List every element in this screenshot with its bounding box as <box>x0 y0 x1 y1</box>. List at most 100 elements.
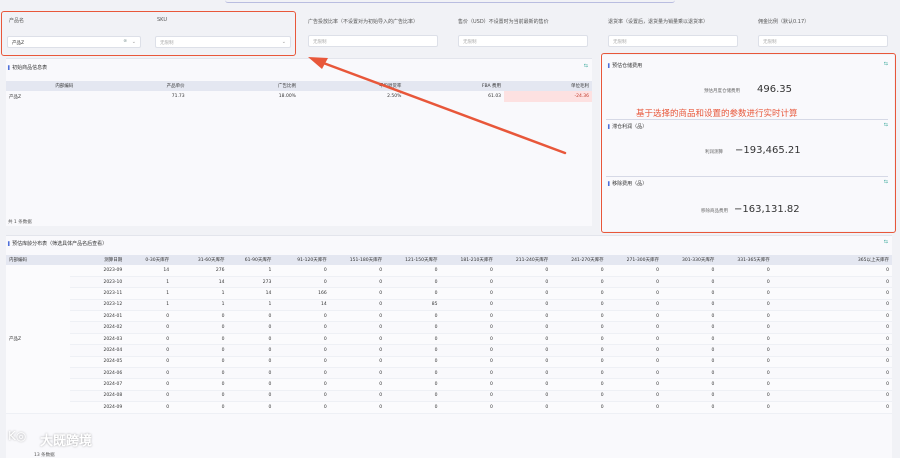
table-cell: 0 <box>440 333 496 346</box>
table-cell: 0 <box>172 367 228 380</box>
table-cell: 0 <box>495 321 552 334</box>
table-cell: 0 <box>661 378 718 391</box>
table-cell: 0 <box>329 287 386 300</box>
table-cell: 0 <box>227 378 275 391</box>
table-cell: 0 <box>772 367 892 380</box>
table-cell: 0 <box>717 287 773 300</box>
column-header[interactable]: 211-240天库存 <box>495 255 552 265</box>
table-cell: 2024-03 <box>69 333 126 346</box>
table-cell: 0 <box>717 356 773 369</box>
column-header[interactable]: 内部编码 <box>6 81 77 91</box>
product-table-footer: 共 1 条数据 <box>8 220 32 225</box>
table-cell: 0 <box>606 321 662 334</box>
table-cell: 2023-09 <box>69 265 126 277</box>
column-header[interactable]: 121-150天库存 <box>385 255 441 265</box>
annotation-arrow <box>308 57 567 155</box>
table-cell: 0 <box>772 276 892 289</box>
table-cell: 0 <box>274 390 330 403</box>
table-cell: 0 <box>385 287 441 300</box>
table-cell: 0 <box>385 333 441 346</box>
table-cell: 0 <box>772 310 892 323</box>
watermark-text: 大既跨境 <box>40 434 93 449</box>
table-cell: 0 <box>772 321 892 334</box>
table-cell: 2024-05 <box>69 356 126 369</box>
table-cell: 0 <box>440 356 496 369</box>
column-header[interactable]: 271-300天库存 <box>606 255 662 265</box>
table-cell: 0 <box>440 367 496 380</box>
table-cell: 0 <box>329 310 386 323</box>
column-header[interactable]: 内部编码 <box>6 255 70 265</box>
table-cell: 14 <box>274 299 330 312</box>
kpi-highlight-box <box>601 53 896 233</box>
table-cell: 0 <box>274 401 330 414</box>
table-cell: 0 <box>495 276 552 289</box>
table-cell: 14 <box>172 276 228 289</box>
column-header[interactable]: 181-210天库存 <box>440 255 496 265</box>
table-cell: 0 <box>172 356 228 369</box>
table-cell: 0 <box>329 390 386 403</box>
table-cell: 0 <box>551 401 607 414</box>
return-rate-input[interactable]: 无限制 <box>608 35 738 47</box>
table-cell: 0 <box>772 299 892 312</box>
table-export-icon[interactable]: ⇆ <box>884 239 888 245</box>
column-header[interactable]: 301-330天库存 <box>661 255 718 265</box>
table-cell: 0 <box>274 333 330 346</box>
table-cell: 2023-11 <box>69 287 126 300</box>
commission-input[interactable]: 无限制 <box>758 35 888 47</box>
table-cell: 0 <box>772 401 892 414</box>
column-header[interactable]: 365以上天库存 <box>772 255 892 265</box>
table-cell: 0 <box>551 265 607 277</box>
column-header[interactable]: 331-365天库存 <box>717 255 773 265</box>
table-row: 2024-01 0 0 0 0 0 0 0 0 0 0 0 0 0 <box>6 310 892 323</box>
table-cell: 0 <box>125 321 173 334</box>
commission-label: 佣金比例（默认0.17） <box>758 19 810 25</box>
table-cell: 0 <box>661 265 718 277</box>
table-cell: 0 <box>606 378 662 391</box>
column-header[interactable]: 测算日期 <box>69 255 126 265</box>
table-cell: 0 <box>495 356 552 369</box>
table-cell: 0 <box>661 390 718 403</box>
table-cell: 0 <box>125 367 173 380</box>
table-cell: 0 <box>385 378 441 391</box>
table-cell: 0 <box>385 344 441 357</box>
column-header[interactable]: 31-60天库存 <box>172 255 228 265</box>
column-header[interactable]: 151-180天库存 <box>329 255 386 265</box>
column-header[interactable]: 241-270天库存 <box>551 255 607 265</box>
table-cell: 0 <box>606 401 662 414</box>
table-cell: 0 <box>440 310 496 323</box>
column-header[interactable]: 91-120天库存 <box>274 255 330 265</box>
table-cell: 0 <box>125 356 173 369</box>
table-cell: 0 <box>717 333 773 346</box>
table-export-icon[interactable]: ⇆ <box>584 63 588 69</box>
table-cell: 0 <box>661 299 718 312</box>
ad-ratio-input[interactable]: 无限制 <box>308 35 438 47</box>
return-rate-label: 退货率（设置后，退货量为销量乘以退货率） <box>608 19 709 25</box>
table-cell: 0 <box>172 401 228 414</box>
table-cell: 0 <box>606 310 662 323</box>
table-cell: 0 <box>495 401 552 414</box>
table-cell: 0 <box>495 344 552 357</box>
table-cell: 0 <box>440 321 496 334</box>
table-cell: 0 <box>385 367 441 380</box>
watermark-logo-icon: K◎ <box>8 429 27 443</box>
table-cell: 276 <box>172 265 228 277</box>
table-cell: 0 <box>172 333 228 346</box>
table-cell: 0 <box>551 321 607 334</box>
table-cell: 0 <box>125 378 173 391</box>
table-row: 2023-10 1 14 273 0 0 0 0 0 0 0 0 0 0 <box>6 276 892 289</box>
table-cell: 0 <box>172 321 228 334</box>
table-cell: 2023-10 <box>69 276 126 289</box>
table-cell: 0 <box>551 367 607 380</box>
table-cell: 0 <box>661 333 718 346</box>
table-cell: 0 <box>606 344 662 357</box>
column-header[interactable]: 61-90天库存 <box>227 255 275 265</box>
table-cell: 0 <box>227 344 275 357</box>
table-cell: 0 <box>227 390 275 403</box>
column-header[interactable]: 0-30天库存 <box>125 255 173 265</box>
table-cell: 0 <box>772 378 892 391</box>
table-cell: 2024-01 <box>69 310 126 323</box>
table-row: 2024-08 0 0 0 0 0 0 0 0 0 0 0 0 0 <box>6 390 892 403</box>
column-header[interactable]: 产品单价 <box>76 81 188 91</box>
column-header[interactable]: 广告比例 <box>187 81 299 91</box>
price-input[interactable]: 无限制 <box>458 35 588 47</box>
